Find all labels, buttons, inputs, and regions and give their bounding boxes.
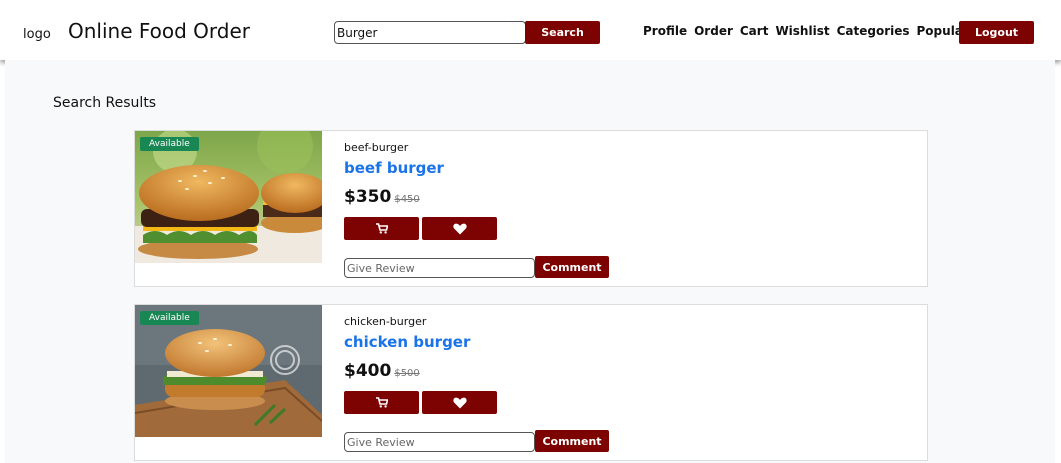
old-price: $450	[394, 194, 420, 205]
comment-button[interactable]: Comment	[535, 430, 609, 452]
product-image[interactable]: Available	[135, 131, 322, 263]
comment-button[interactable]: Comment	[535, 256, 609, 278]
logout-button[interactable]: Logout	[959, 21, 1034, 44]
nav-link-order[interactable]: Order	[694, 24, 733, 38]
nav-link-profile[interactable]: Profile	[643, 24, 687, 38]
product-card: Available chicken-burger chicken burger …	[134, 304, 928, 461]
add-to-cart-button[interactable]	[344, 391, 419, 414]
product-price: $400 $500	[344, 361, 420, 381]
nav-link-cart[interactable]: Cart	[740, 24, 769, 38]
product-image[interactable]: Available	[135, 305, 322, 437]
current-price: $350	[344, 187, 392, 207]
product-price: $350 $450	[344, 187, 420, 207]
review-input[interactable]	[344, 258, 535, 278]
current-price: $400	[344, 361, 392, 381]
old-price: $500	[394, 368, 420, 379]
review-input[interactable]	[344, 432, 535, 452]
navbar: logo Online Food Order Search Profile Or…	[0, 0, 1061, 60]
product-title-link[interactable]: chicken burger	[344, 333, 470, 351]
section-title: Search Results	[53, 95, 157, 111]
logo[interactable]: logo	[23, 27, 51, 42]
nav-link-wishlist[interactable]: Wishlist	[775, 24, 829, 38]
product-title-link[interactable]: beef burger	[344, 159, 444, 177]
availability-badge: Available	[140, 311, 199, 325]
main-content: Search Results Available beef-burger bee…	[5, 60, 1055, 463]
cart-icon	[375, 397, 388, 408]
add-to-wishlist-button[interactable]	[422, 217, 497, 240]
add-to-cart-button[interactable]	[344, 217, 419, 240]
cart-icon	[375, 223, 388, 234]
brand-title[interactable]: Online Food Order	[68, 19, 250, 43]
product-slug: beef-burger	[344, 141, 409, 154]
nav-links: Profile Order Cart Wishlist Categories P…	[643, 24, 976, 38]
product-card: Available beef-burger beef burger $350 $4…	[134, 130, 928, 287]
availability-badge: Available	[140, 137, 199, 151]
heart-icon	[452, 223, 467, 234]
nav-link-categories[interactable]: Categories	[837, 24, 910, 38]
add-to-wishlist-button[interactable]	[422, 391, 497, 414]
product-slug: chicken-burger	[344, 315, 427, 328]
search-button[interactable]: Search	[525, 21, 600, 44]
heart-icon	[452, 397, 467, 408]
search-input[interactable]	[334, 21, 526, 44]
